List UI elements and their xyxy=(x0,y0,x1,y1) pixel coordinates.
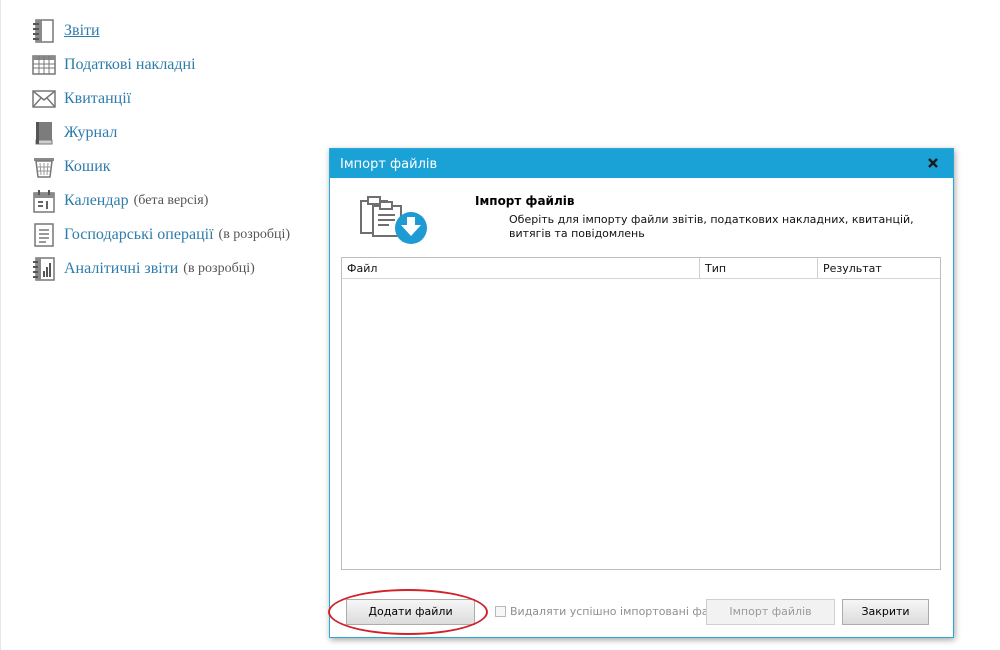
delete-imported-option[interactable]: Видаляти успішно імпортовані файли xyxy=(495,605,730,618)
envelope-icon xyxy=(32,87,56,111)
nav-link-analytical-reports[interactable]: Аналітичні звіти xyxy=(64,260,178,278)
files-table[interactable]: Файл Тип Результат xyxy=(341,257,941,570)
nav-item-calendar[interactable]: Календар (бета версія) xyxy=(32,184,290,218)
main-navigation: Звіти Податкові накладні Квитанції Журна… xyxy=(32,14,290,286)
nav-item-reports[interactable]: Звіти xyxy=(32,14,290,48)
dialog-header-title: Імпорт файлів xyxy=(475,194,575,208)
delete-imported-checkbox[interactable] xyxy=(495,606,506,617)
import-files-icon xyxy=(359,189,429,245)
column-header-result[interactable]: Результат xyxy=(818,258,940,278)
import-files-button[interactable]: Імпорт файлів xyxy=(706,599,835,625)
document-list-icon xyxy=(32,223,56,247)
dialog-close-button[interactable] xyxy=(926,156,940,170)
notebook-icon xyxy=(32,19,56,43)
nav-link-calendar[interactable]: Календар xyxy=(64,192,129,210)
analytics-notebook-icon xyxy=(32,257,56,281)
dialog-window-title: Імпорт файлів xyxy=(340,157,438,172)
nav-note-analytical-reports: (в розробці) xyxy=(183,261,255,276)
book-icon xyxy=(32,121,56,145)
trash-icon xyxy=(32,155,56,179)
nav-item-tax-invoices[interactable]: Податкові накладні xyxy=(32,48,290,82)
table-header: Файл Тип Результат xyxy=(342,258,940,279)
nav-item-receipts[interactable]: Квитанції xyxy=(32,82,290,116)
close-icon xyxy=(928,158,938,168)
delete-imported-label: Видаляти успішно імпортовані файли xyxy=(510,605,730,618)
nav-link-trash[interactable]: Кошик xyxy=(64,158,111,176)
nav-note-calendar: (бета версія) xyxy=(133,193,209,208)
dialog-header-description: Оберіть для імпорту файли звітів, податк… xyxy=(509,213,914,240)
table-grid-icon xyxy=(32,53,56,77)
import-files-dialog: Імпорт файлів Імпорт файлів Оберіть для … xyxy=(329,148,954,638)
column-header-type[interactable]: Тип xyxy=(700,258,818,278)
calendar-icon xyxy=(32,189,56,213)
column-header-file[interactable]: Файл xyxy=(342,258,700,278)
close-button[interactable]: Закрити xyxy=(842,599,929,625)
nav-item-analytical-reports[interactable]: Аналітичні звіти (в розробці) xyxy=(32,252,290,286)
nav-link-reports[interactable]: Звіти xyxy=(64,22,100,40)
nav-link-receipts[interactable]: Квитанції xyxy=(64,90,131,108)
nav-link-business-operations[interactable]: Господарські операції xyxy=(64,226,214,244)
nav-item-trash[interactable]: Кошик xyxy=(32,150,290,184)
nav-item-journal[interactable]: Журнал xyxy=(32,116,290,150)
nav-link-tax-invoices[interactable]: Податкові накладні xyxy=(64,56,196,74)
nav-note-business-operations: (в розробці) xyxy=(218,227,291,242)
nav-link-journal[interactable]: Журнал xyxy=(64,124,117,142)
add-files-button[interactable]: Додати файли xyxy=(346,599,475,625)
page: Звіти Податкові накладні Квитанції Журна… xyxy=(0,0,1000,650)
dialog-titlebar[interactable]: Імпорт файлів xyxy=(330,149,953,178)
nav-item-business-operations[interactable]: Господарські операції (в розробці) xyxy=(32,218,290,252)
